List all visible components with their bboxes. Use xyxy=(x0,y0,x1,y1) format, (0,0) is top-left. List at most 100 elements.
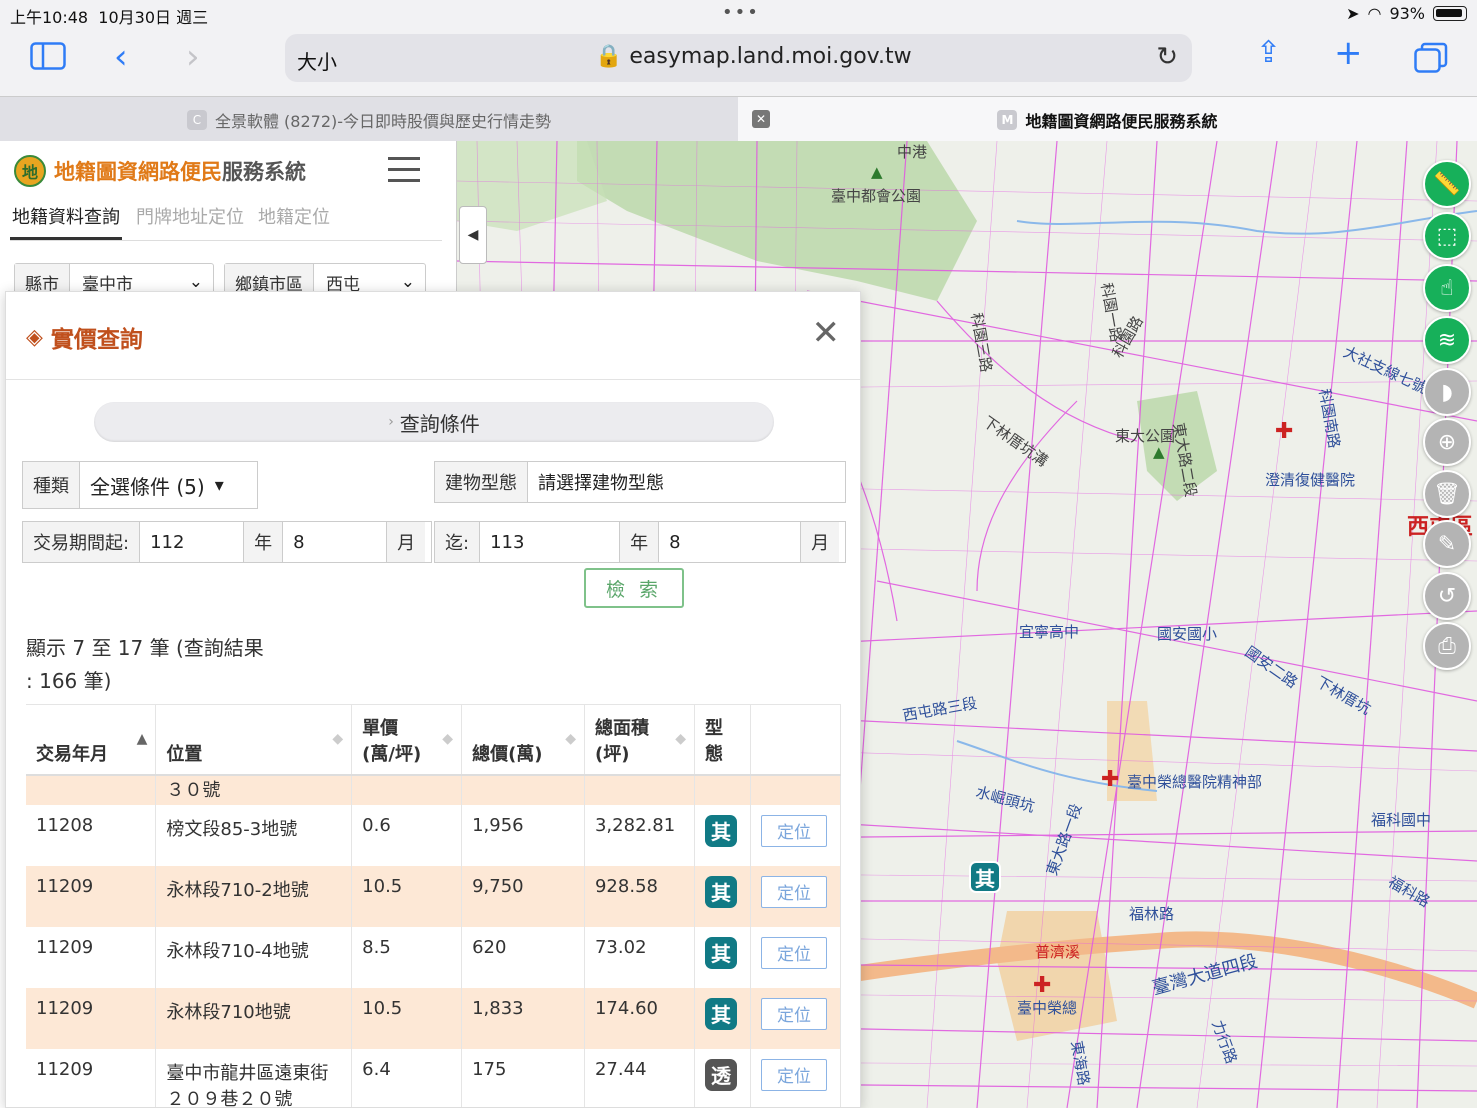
url-text[interactable]: 🔒 easymap.land.moi.gov.tw xyxy=(595,44,912,69)
tab-cadastral-query[interactable]: 地籍資料查詢 xyxy=(10,203,122,240)
locate-button[interactable]: 定位 xyxy=(760,875,827,908)
type-badge: 其 xyxy=(704,814,737,847)
browser-toolbar: ‹ › 大小 🔒 easymap.land.moi.gov.tw ↻ ⇪ + xyxy=(0,28,1477,96)
col-location[interactable]: 位置 ◆ xyxy=(155,704,353,776)
select-area-icon[interactable]: ⬚ xyxy=(1423,212,1471,260)
tab-address-locate[interactable]: 門牌地址定位 xyxy=(136,203,244,240)
search-button[interactable]: 檢 索 xyxy=(584,568,684,608)
map-label: 澄清復健醫院 xyxy=(1265,471,1356,489)
tabs-overview-icon[interactable] xyxy=(1414,42,1448,80)
to-year-input[interactable]: 113 xyxy=(480,522,621,562)
site-title: 地籍圖資網路便民服務系統 xyxy=(54,159,306,184)
caret-down-icon: ▾ xyxy=(214,474,224,496)
dialog-title: ◈ 實價查詢 xyxy=(26,324,143,354)
tab-title: 地籍圖資網路便民服務系統 xyxy=(1025,111,1218,131)
building-type-select[interactable]: 建物型態 請選擇建物型態 xyxy=(434,461,846,503)
close-tab-icon[interactable]: ✕ xyxy=(752,110,770,128)
status-time: 上午10:48 10月30日 週三 xyxy=(10,8,209,27)
period-from: 交易期間起: 112 年 8 月 xyxy=(22,521,432,563)
tab-title: 全景軟體 (8272)-今日即時股價與歷史行情走勢 xyxy=(214,111,552,131)
map-label: 東大公園 xyxy=(1115,427,1176,445)
result-count: 顯示 7 至 17 筆 (查詢結果 : 166 筆) xyxy=(26,636,264,693)
table-row[interactable]: 11209 永林段710地號 10.5 1,833 174.60 其 定位 xyxy=(26,987,842,1049)
map-transaction-marker[interactable]: 其 xyxy=(969,861,1001,893)
chevron-down-icon: ⌄ xyxy=(188,272,203,292)
col-date[interactable]: 交易年月 ▲ xyxy=(26,704,157,776)
type-badge: 透 xyxy=(704,1058,737,1091)
pointer-icon[interactable]: ☝ xyxy=(1423,264,1471,312)
edit-icon[interactable]: ✎ xyxy=(1423,520,1471,568)
type-badge: 其 xyxy=(704,875,737,908)
multitask-dots[interactable]: ••• xyxy=(722,2,760,23)
sort-icon: ◆ xyxy=(442,731,454,747)
location-icon: ➤ xyxy=(1346,4,1360,23)
map-label: 中港 xyxy=(897,143,928,161)
layers-icon[interactable]: ≋ xyxy=(1423,316,1471,364)
address-bar[interactable]: 大小 🔒 easymap.land.moi.gov.tw ↻ xyxy=(285,34,1192,82)
type-badge: 其 xyxy=(704,997,737,1030)
site-logo[interactable]: 地 地籍圖資網路便民服務系統 xyxy=(14,155,306,187)
col-total-price[interactable]: 總價(萬) ◆ xyxy=(461,704,585,776)
from-year-input[interactable]: 112 xyxy=(140,522,245,562)
results-table: 交易年月 ▲ 位置 ◆ 單價 (萬/坪) ◆ 總價(萬) ◆ 總面積 (坪) ◆ 型 態 … xyxy=(26,704,842,1107)
to-month-input[interactable]: 8 xyxy=(659,522,802,562)
sort-icon: ▲ xyxy=(136,731,148,747)
locate-button[interactable]: 定位 xyxy=(760,1058,827,1091)
tab-favicon: M xyxy=(997,109,1018,130)
locate-button[interactable]: 定位 xyxy=(760,997,827,1030)
stack-icon: ◈ xyxy=(26,324,43,350)
query-conditions-toggle[interactable]: › 查詢條件 xyxy=(94,402,774,442)
trash-icon[interactable]: 🗑 xyxy=(1423,470,1471,518)
map-label: 臺中榮總 xyxy=(1017,999,1078,1017)
battery-icon xyxy=(1433,6,1467,21)
locate-button[interactable]: 定位 xyxy=(760,814,827,847)
tab-favicon: C xyxy=(186,109,207,130)
sort-icon: ◆ xyxy=(565,731,576,747)
text-size-button[interactable]: 大小 xyxy=(297,46,337,75)
history-icon[interactable]: ↺ xyxy=(1423,572,1471,620)
menu-icon[interactable] xyxy=(388,157,420,183)
chevron-right-icon: › xyxy=(388,414,394,430)
price-query-dialog: ◈ 實價查詢 ✕ › 查詢條件 種類 全選條件 (5) ▾ 建物型態 請選擇建物… xyxy=(5,291,861,1108)
taiwan-map-icon[interactable]: ◗ xyxy=(1423,368,1471,416)
sort-icon: ◆ xyxy=(332,731,344,747)
tab-stock[interactable]: C 全景軟體 (8272)-今日即時股價與歷史行情走勢 xyxy=(0,97,738,142)
locate-button[interactable]: 定位 xyxy=(760,936,827,969)
sort-icon: ◆ xyxy=(675,731,686,747)
map-label: 福科國中 xyxy=(1371,811,1432,829)
table-row[interactable]: 11209 永林段710-2地號 10.5 9,750 928.58 其 定位 xyxy=(26,865,842,927)
reload-icon[interactable]: ↻ xyxy=(1156,42,1178,72)
forward-icon[interactable]: › xyxy=(186,40,200,74)
map-label: 國安國小 xyxy=(1157,625,1218,643)
back-icon[interactable]: ‹ xyxy=(114,40,128,74)
locate-me-icon[interactable]: ⊕ xyxy=(1423,418,1471,466)
wifi-icon: ◠ xyxy=(1367,4,1382,23)
sidebar-icon[interactable] xyxy=(30,42,66,76)
tab-easymap[interactable]: ✕ M 地籍圖資網路便民服務系統 xyxy=(738,97,1477,142)
table-row[interactable]: 11208 榜文段85-3地號 0.6 1,956 3,282.81 其 定位 xyxy=(26,804,842,866)
close-icon[interactable]: ✕ xyxy=(812,316,841,350)
park-icon: ▲ xyxy=(871,163,883,181)
table-row[interactable]: 11209 臺中市龍井區遠東街２０９巷２０號 6.4 175 27.44 透 定… xyxy=(26,1048,842,1107)
chevron-down-icon: ⌄ xyxy=(400,272,415,292)
ruler-icon[interactable]: 📏 xyxy=(1423,160,1471,208)
col-type: 型 態 xyxy=(694,704,751,776)
map-label: 普濟溪 xyxy=(1035,943,1081,961)
status-bar: 上午10:48 10月30日 週三 ••• ➤ ◠ 93% xyxy=(0,0,1477,28)
new-tab-icon[interactable]: + xyxy=(1334,36,1363,70)
col-unit-price[interactable]: 單價 (萬/坪) ◆ xyxy=(351,704,463,776)
from-month-input[interactable]: 8 xyxy=(283,522,388,562)
map-label: 臺中都會公園 xyxy=(831,187,922,205)
type-badge: 其 xyxy=(704,936,737,969)
dialog-header: ◈ 實價查詢 ✕ xyxy=(6,292,860,380)
type-select[interactable]: 種類 全選條件 (5) ▾ xyxy=(22,461,258,509)
col-area[interactable]: 總面積 (坪) ◆ xyxy=(584,704,695,776)
table-row[interactable]: 11209 永林段710-4地號 8.5 620 73.02 其 定位 xyxy=(26,926,842,988)
park-icon: ▲ xyxy=(1153,443,1165,461)
hospital-icon: ✚ xyxy=(1033,973,1052,998)
map-label: 宜寧高中 xyxy=(1019,623,1080,641)
share-icon[interactable]: ⇪ xyxy=(1256,38,1281,68)
tab-cadastral-locate[interactable]: 地籍定位 xyxy=(258,203,330,240)
collapse-sidebar-button[interactable]: ◀ xyxy=(459,206,487,264)
print-icon[interactable]: ⎙ xyxy=(1423,622,1471,670)
